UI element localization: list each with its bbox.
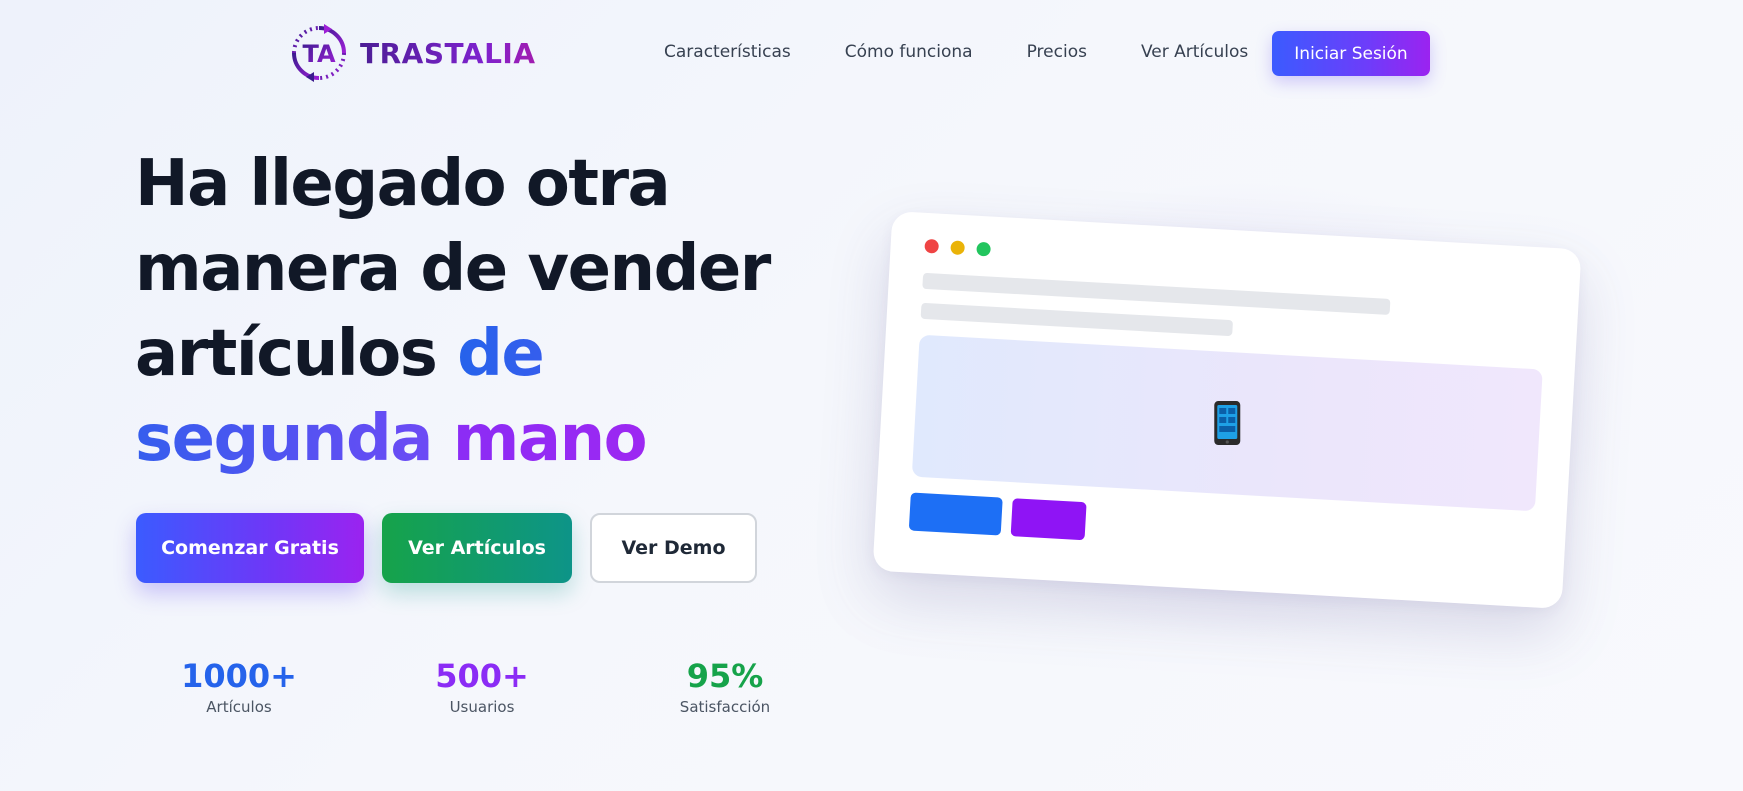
- login-button[interactable]: Iniciar Sesión: [1272, 31, 1430, 76]
- mockup-button-purple: [1010, 498, 1087, 541]
- mockup-image-panel: [911, 334, 1543, 512]
- mobile-phone-icon: [1214, 401, 1241, 446]
- nav-link-caracteristicas[interactable]: Características: [664, 42, 791, 62]
- stat-users: 500+ Usuarios: [407, 656, 557, 716]
- main-nav: Características Cómo funciona Precios Ve…: [664, 42, 1292, 62]
- window-dot-red: [924, 238, 940, 254]
- mockup-button-blue: [908, 492, 1003, 536]
- nav-link-ver-articulos[interactable]: Ver Artículos: [1141, 42, 1248, 62]
- stat-satisfaction: 95% Satisfacción: [650, 656, 800, 716]
- start-free-button[interactable]: Comenzar Gratis: [136, 513, 364, 583]
- stat-value: 1000+: [181, 657, 297, 695]
- svg-text:TA: TA: [302, 40, 336, 68]
- hero-title-highlight-end: mano: [452, 402, 648, 476]
- stat-articles: 1000+ Artículos: [164, 656, 314, 716]
- logo-mark-icon: TA: [292, 24, 346, 82]
- view-demo-button[interactable]: Ver Demo: [590, 513, 757, 583]
- brand-logo[interactable]: TA TRASTALIA: [288, 22, 536, 84]
- stat-value: 95%: [686, 657, 764, 695]
- nav-link-precios[interactable]: Precios: [1027, 42, 1087, 62]
- hero-title-main: Ha llegado otra manera de vender artícul…: [135, 147, 771, 391]
- nav-link-como-funciona[interactable]: Cómo funciona: [845, 42, 973, 62]
- stat-label: Usuarios: [449, 698, 515, 716]
- browser-mockup: [872, 211, 1582, 609]
- hero-title: Ha llegado otra manera de vender artícul…: [135, 142, 835, 482]
- brand-name: TRASTALIA: [360, 36, 536, 70]
- stat-label: Satisfacción: [679, 698, 771, 716]
- stat-label: Artículos: [206, 698, 272, 716]
- stat-value: 500+: [435, 657, 529, 695]
- view-articles-button[interactable]: Ver Artículos: [382, 513, 572, 583]
- placeholder-line: [920, 302, 1234, 337]
- window-dot-yellow: [950, 240, 966, 256]
- window-dot-green: [976, 241, 991, 257]
